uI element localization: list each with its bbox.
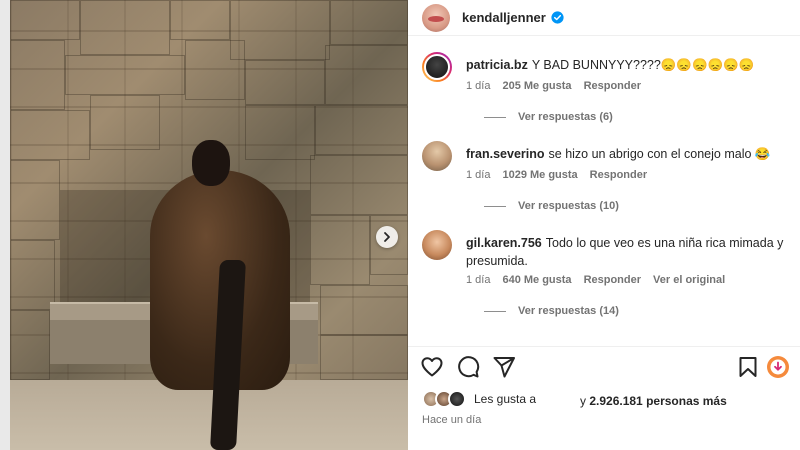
person-head [192,140,230,186]
comment-bubble-icon[interactable] [456,355,480,379]
post-sidebar: kendalljenner patricia.bz Y BAD BUNNYYY??… [408,0,800,450]
reply-button[interactable]: Responder [584,80,641,92]
author-username[interactable]: kendalljenner [462,10,546,25]
comment-body: se hizo un abrigo con el conejo malo 😂 [548,147,771,161]
view-replies-button[interactable]: Ver respuestas (6) [484,111,613,123]
comment-meta: 1 día 1029 Me gusta Responder [466,169,647,181]
post-media[interactable] [0,0,408,450]
comment-meta: 1 día 205 Me gusta Responder [466,80,641,92]
verified-badge-icon [551,11,564,24]
comment-time: 1 día [466,274,491,286]
commenter-username[interactable]: patricia.bz [466,58,528,72]
chevron-right-icon [384,232,390,242]
comment-meta: 1 día 640 Me gusta Responder Ver el orig… [466,274,725,286]
commenter-avatar[interactable] [422,141,452,171]
commenter-avatar[interactable] [422,52,452,82]
view-replies-button[interactable]: Ver respuestas (10) [484,200,619,212]
comment-body: Y BAD BUNNYYY????😞😞😞😞😞😞 [531,58,755,72]
comment-likes[interactable]: 1029 Me gusta [502,169,577,181]
heart-icon[interactable] [420,355,444,379]
liker-avatar [448,390,466,408]
view-replies-button[interactable]: Ver respuestas (14) [484,305,619,317]
comment-text: fran.severino se hizo un abrigo con el co… [466,145,796,163]
commenter-username[interactable]: gil.karen.756 [466,236,542,250]
paper-plane-icon[interactable] [492,355,516,379]
comment-text: gil.karen.756 Todo lo que veo es una niña… [466,234,796,270]
reply-button[interactable]: Responder [590,169,647,181]
comment-text: patricia.bz Y BAD BUNNYYY????😞😞😞😞😞😞 [466,56,796,74]
likes-prefix: Les gusta a [474,392,537,406]
comment-likes[interactable]: 640 Me gusta [502,274,571,286]
likes-count: 2.926.181 personas más [589,394,727,408]
bookmark-icon[interactable] [736,355,760,379]
action-bar [408,346,800,384]
likes-summary: Les gusta a [422,390,536,408]
see-original-button[interactable]: Ver el original [653,274,725,286]
reply-button[interactable]: Responder [584,274,641,286]
next-media-button[interactable] [376,226,398,248]
comment-time: 1 día [466,169,491,181]
comment-likes[interactable]: 205 Me gusta [502,80,571,92]
post-photo [10,0,408,450]
post-timestamp: Hace un día [422,414,482,426]
post-header: kendalljenner [408,0,800,36]
author-avatar[interactable] [422,3,450,32]
comment-time: 1 día [466,80,491,92]
commenter-username[interactable]: fran.severino [466,147,545,161]
download-badge-icon[interactable] [766,355,790,379]
commenter-avatar[interactable] [422,230,452,260]
liker-avatars[interactable] [422,390,470,408]
likes-count-line[interactable]: y 2.926.181 personas más [580,394,727,408]
